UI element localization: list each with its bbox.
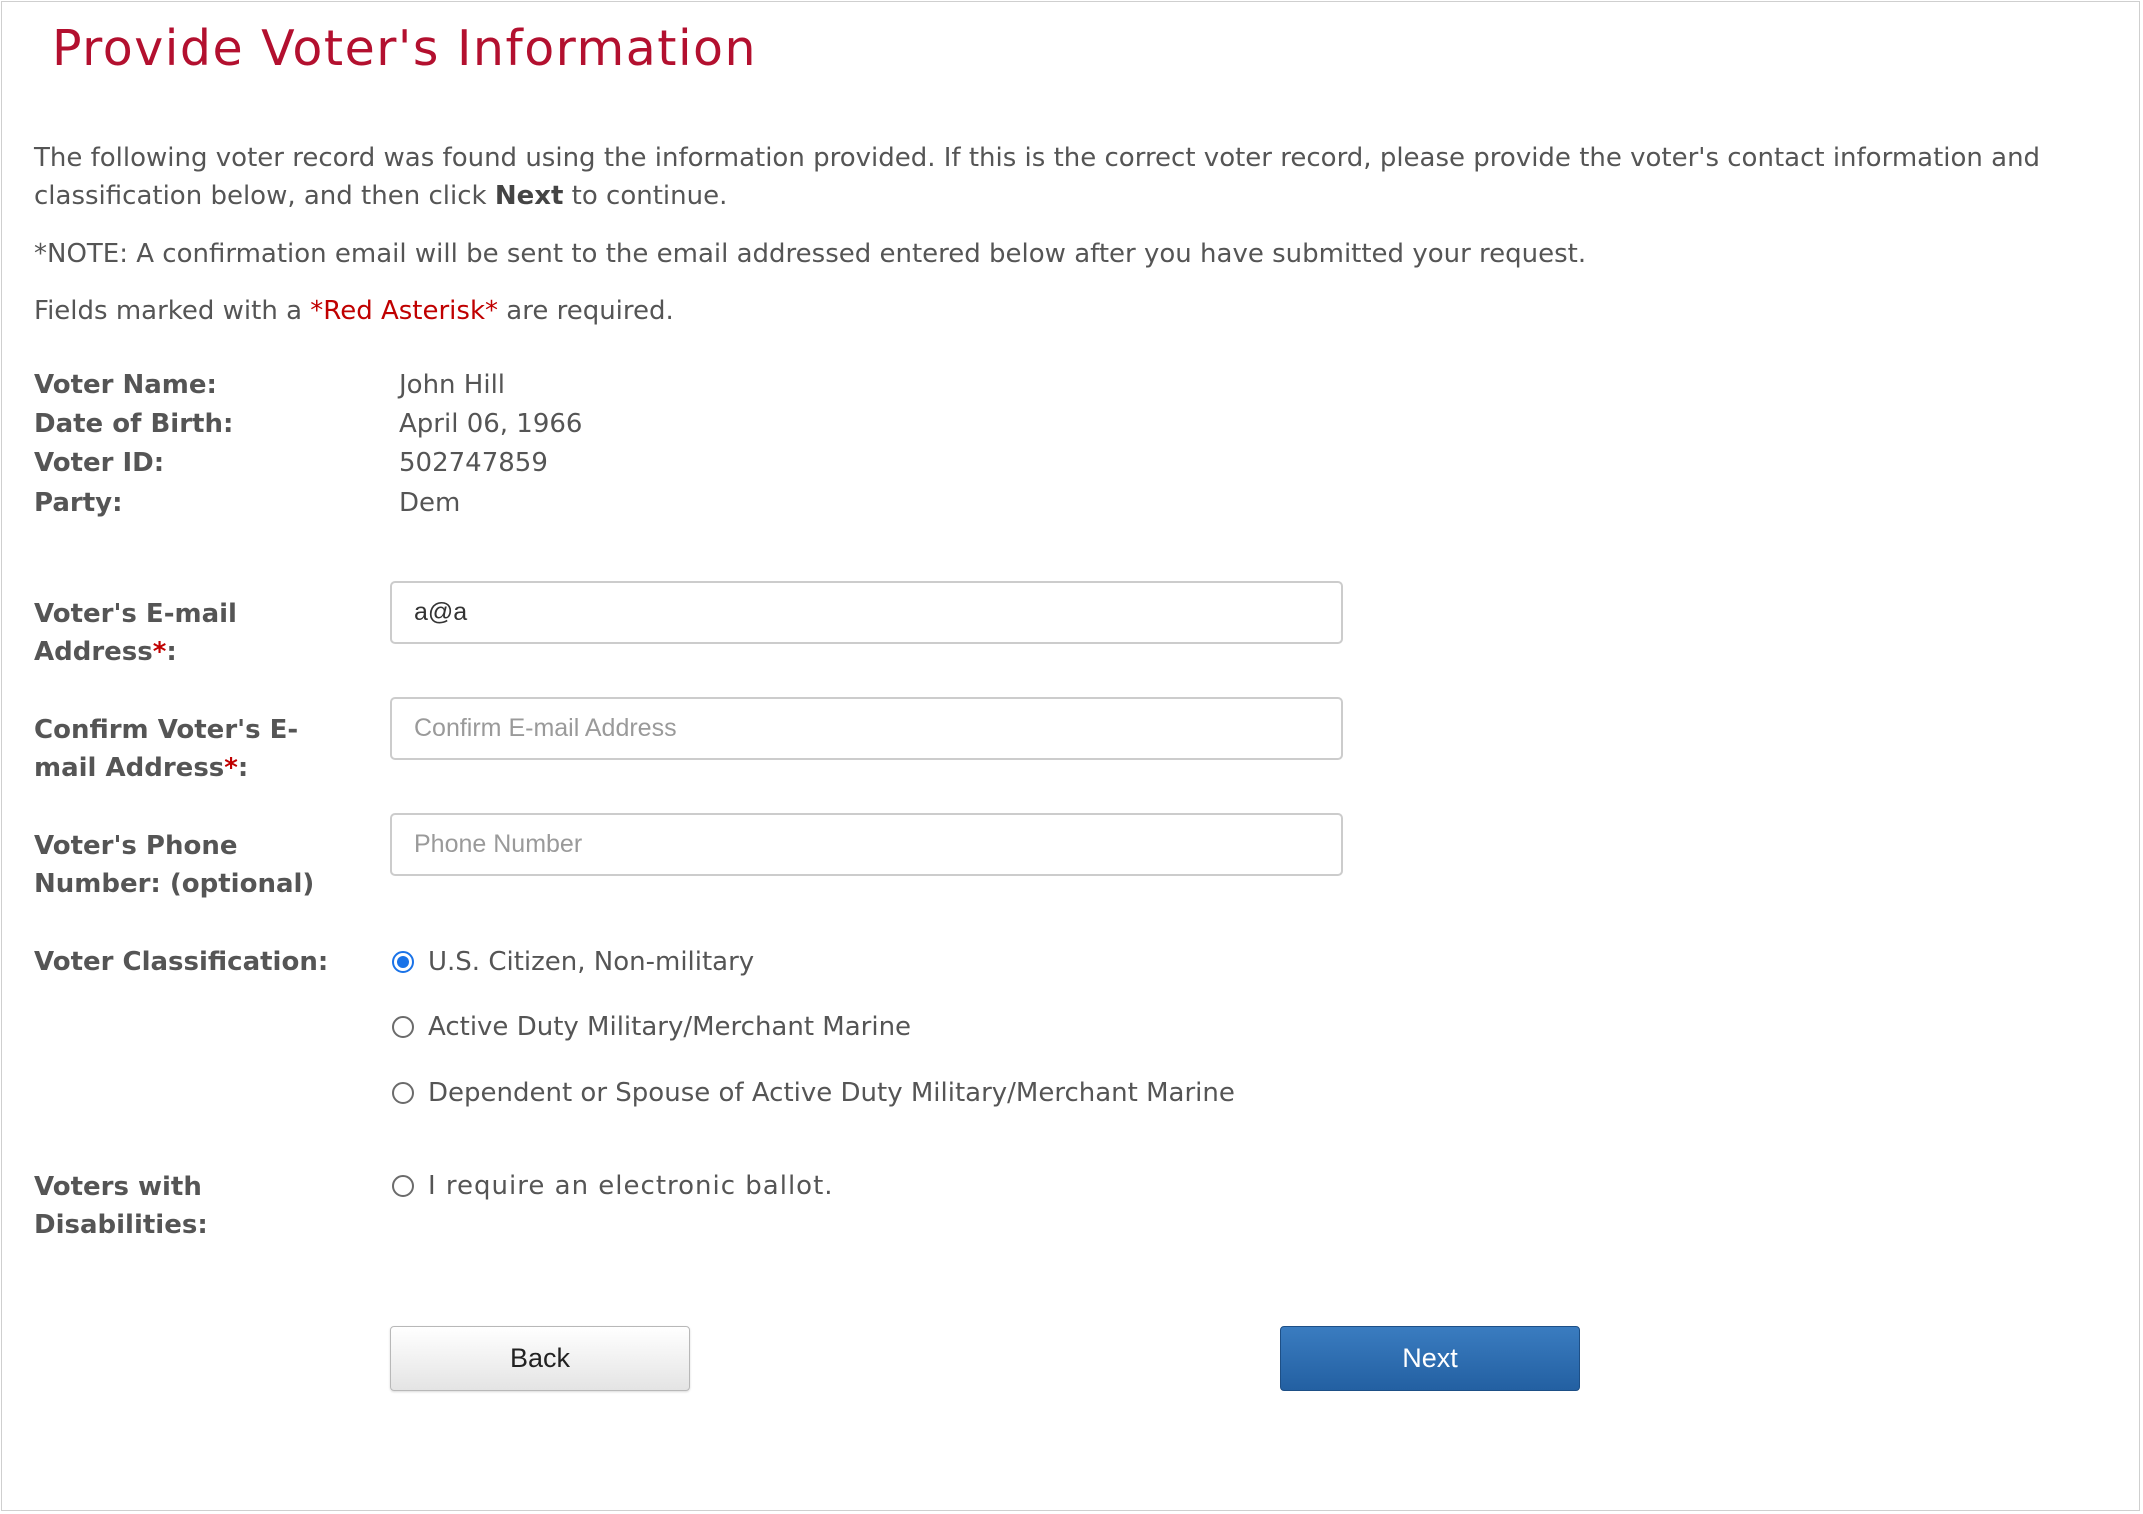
voter-id-value: 502747859 [399,448,548,478]
classification-option-citizen-label: U.S. Citizen, Non-military [428,947,755,977]
phone-label: Voter's Phone Number: (optional) [34,831,315,899]
back-button[interactable]: Back [390,1326,690,1391]
email-label-colon: : [166,637,177,667]
classification-option-military[interactable]: Active Duty Military/Merchant Marine [390,1009,911,1045]
dob-label: Date of Birth: [34,409,234,439]
radio-unselected-icon[interactable] [392,1016,414,1038]
confirmation-note: *NOTE: A confirmation email will be sent… [34,239,1587,269]
intro-text-part2: to continue. [563,181,728,211]
next-button[interactable]: Next [1280,1326,1580,1391]
confirm-email-label: Confirm Voter's E-mail Address*: [34,711,354,787]
classification-option-dependent[interactable]: Dependent or Spouse of Active Duty Milit… [390,1075,1235,1111]
classification-option-military-label: Active Duty Military/Merchant Marine [428,1012,912,1042]
required-fields-note: Fields marked with a *Red Asterisk* are … [34,292,2114,330]
page-title: Provide Voter's Information [52,20,758,77]
confirm-email-label-text: Confirm Voter's E-mail Address [34,715,299,783]
electronic-ballot-option[interactable]: I require an electronic ballot. [390,1168,834,1204]
party-label: Party: [34,488,123,518]
radio-unselected-icon[interactable] [392,1175,414,1197]
voter-id-label: Voter ID: [34,448,165,478]
party-value: Dem [399,488,461,518]
required-note-prefix: Fields marked with a [34,296,311,326]
classification-option-dependent-label: Dependent or Spouse of Active Duty Milit… [428,1078,1235,1108]
email-label-text: Voter's E-mail Address [34,599,237,667]
classification-option-citizen[interactable]: U.S. Citizen, Non-military [390,944,754,980]
intro-next-emphasis: Next [494,181,564,211]
required-note-suffix: are required. [498,296,674,326]
classification-label: Voter Classification: [34,947,329,977]
email-required-mark: * [152,637,167,667]
voter-name-value: John Hill [399,370,506,400]
intro-text-part1: The following voter record was found usi… [34,143,2041,211]
required-note-highlight: *Red Asterisk* [310,296,498,326]
radio-unselected-icon[interactable] [392,1082,414,1104]
confirm-email-label-colon: : [237,753,249,783]
voter-name-label: Voter Name: [34,370,217,400]
disabilities-label: Voters with Disabilities: [34,1172,208,1240]
radio-selected-icon[interactable] [392,951,414,973]
phone-input[interactable] [390,813,1343,876]
email-input[interactable] [390,581,1343,644]
confirm-email-required-mark: * [224,753,238,783]
electronic-ballot-label: I require an electronic ballot. [428,1171,834,1201]
confirm-email-input[interactable] [390,697,1343,760]
email-label: Voter's E-mail Address*: [34,595,354,671]
dob-value: April 06, 1966 [399,409,583,439]
intro-text: The following voter record was found usi… [34,139,2114,215]
